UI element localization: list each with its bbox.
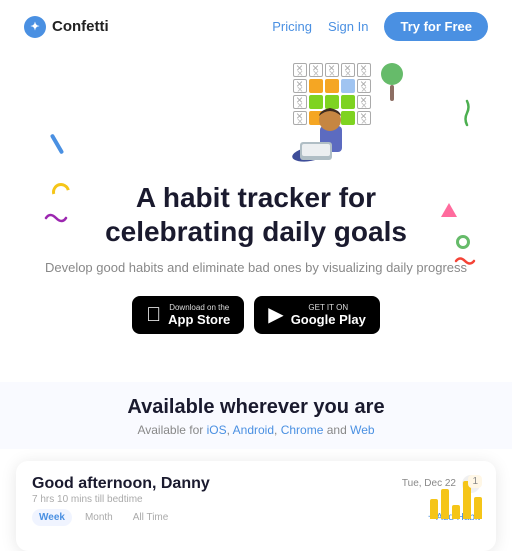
dashboard-header: Good afternoon, Danny 7 hrs 10 mins till… (32, 475, 480, 505)
bar-5 (474, 497, 482, 519)
android-link[interactable]: Android (233, 423, 274, 437)
chrome-link[interactable]: Chrome (281, 423, 324, 437)
google-play-badge[interactable]: ▶ GET IT ON Google Play (254, 296, 380, 334)
dashboard-greeting: Good afternoon, Danny (32, 475, 210, 493)
available-heading: Available wherever you are (24, 396, 488, 419)
mini-chart: 1 (430, 475, 482, 519)
week-tab[interactable]: Week (32, 509, 72, 526)
available-section: Available wherever you are Available for… (0, 382, 512, 449)
apple-icon:  (146, 305, 161, 325)
person-figure (292, 96, 372, 169)
available-sub: Available for iOS, Android, Chrome and W… (24, 423, 488, 437)
hero-headline: A habit tracker for celebrating daily go… (24, 181, 488, 248)
app-store-badge[interactable]:  Download on the App Store (132, 296, 244, 334)
google-play-top-text: GET IT ON (291, 303, 366, 312)
deco-red-squiggle (454, 253, 476, 263)
pricing-link[interactable]: Pricing (272, 19, 312, 34)
dashboard-preview: Good afternoon, Danny 7 hrs 10 mins till… (16, 461, 496, 551)
google-play-icon: ▶ (268, 305, 283, 325)
logo-text: Confetti (52, 18, 109, 35)
hero-subtext: Develop good habits and eliminate bad on… (24, 258, 488, 278)
chart-value: 1 (468, 475, 482, 488)
ios-link[interactable]: iOS (207, 423, 227, 437)
navbar: ✦ Confetti Pricing Sign In Try for Free (0, 0, 512, 53)
deco-green-circle (456, 235, 470, 249)
month-tab[interactable]: Month (78, 509, 120, 526)
bar-1 (430, 499, 438, 519)
bar-2 (441, 489, 449, 519)
logo: ✦ Confetti (24, 16, 109, 38)
deco-purple-squiggle (44, 211, 68, 223)
tree (381, 63, 403, 101)
logo-icon: ✦ (24, 16, 46, 38)
signin-link[interactable]: Sign In (328, 19, 368, 34)
web-link[interactable]: Web (350, 423, 374, 437)
download-badges:  Download on the App Store ▶ GET IT ON … (24, 296, 488, 334)
dashboard-sub: 7 hrs 10 mins till bedtime (32, 494, 210, 505)
google-play-main-text: Google Play (291, 312, 366, 327)
try-free-button[interactable]: Try for Free (384, 12, 488, 41)
hero-illustration: × × × × × × × × × × (24, 53, 488, 173)
hero-section: × × × × × × × × × × (0, 53, 512, 382)
dashboard-toolbar: Week Month All Time + Add Habit (32, 509, 480, 526)
nav-actions: Pricing Sign In Try for Free (272, 12, 488, 41)
alltime-tab[interactable]: All Time (126, 509, 176, 526)
deco-pink-triangle (441, 203, 457, 217)
app-store-main-text: App Store (168, 312, 230, 327)
app-store-top-text: Download on the (168, 303, 230, 312)
